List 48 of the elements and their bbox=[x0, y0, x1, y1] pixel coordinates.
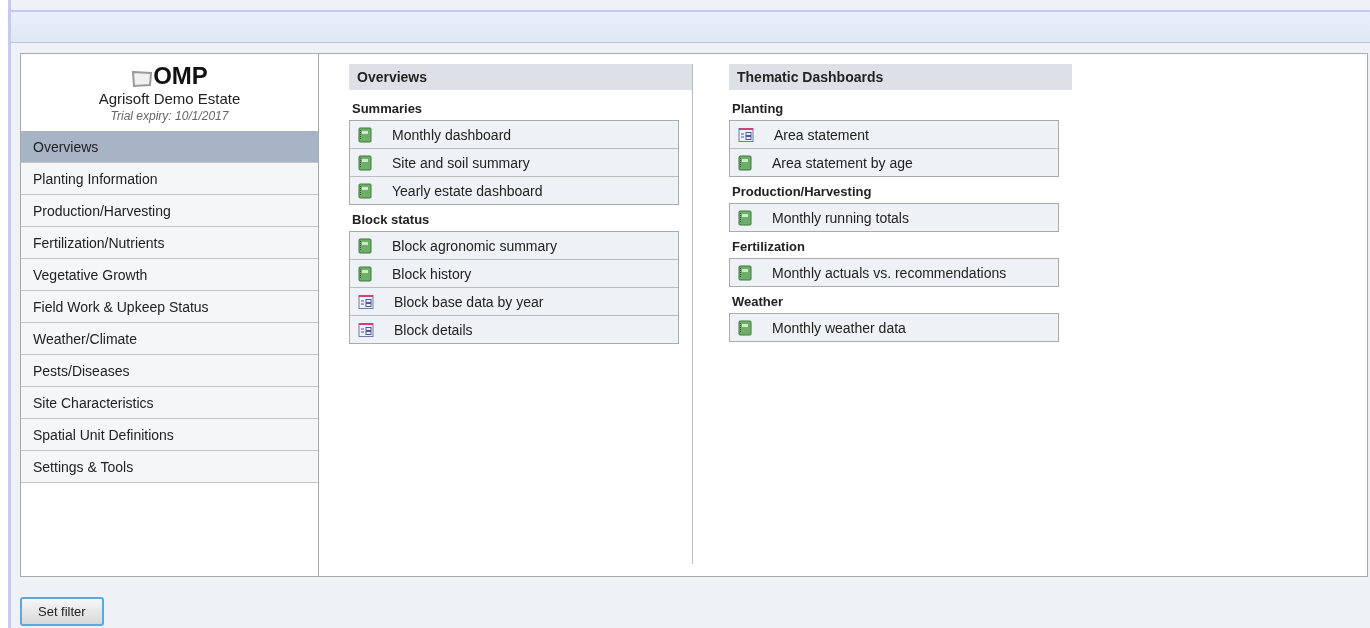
report-link[interactable]: Yearly estate dashboard bbox=[350, 177, 678, 204]
notebook-icon bbox=[358, 237, 372, 254]
report-link[interactable]: Block base data by year bbox=[350, 288, 678, 316]
logo-text: OMP bbox=[153, 64, 208, 88]
report-link[interactable]: Monthly dashboard bbox=[350, 121, 678, 149]
notebook-icon bbox=[358, 154, 372, 171]
group-title: Fertilization bbox=[731, 238, 806, 256]
report-link[interactable]: Site and soil summary bbox=[350, 149, 678, 177]
trial-expiry: Trial expiry: 10/1/2017 bbox=[110, 109, 229, 123]
form-icon bbox=[738, 126, 754, 143]
group-title: Summaries bbox=[351, 100, 424, 118]
estate-name: Agrisoft Demo Estate bbox=[98, 90, 241, 107]
group-title: Planting bbox=[731, 100, 785, 118]
group-title: Production/Harvesting bbox=[731, 183, 873, 201]
sidebar-item[interactable]: Fertilization/Nutrients bbox=[21, 227, 318, 259]
form-icon bbox=[358, 321, 374, 338]
logo-icon bbox=[131, 70, 154, 88]
sidebar-item[interactable]: Spatial Unit Definitions bbox=[21, 419, 318, 451]
report-link[interactable]: Monthly weather data bbox=[730, 314, 1058, 341]
section-header: Overviews bbox=[349, 64, 692, 90]
group-title: Block status bbox=[351, 211, 431, 229]
sidebar-item[interactable]: Field Work & Upkeep Status bbox=[21, 291, 318, 323]
sidebar-item[interactable]: Production/Harvesting bbox=[21, 195, 318, 227]
report-link[interactable]: Block history bbox=[350, 260, 678, 288]
report-link[interactable]: Area statement bbox=[730, 121, 1058, 149]
sidebar-item[interactable]: Vegetative Growth bbox=[21, 259, 318, 291]
sidebar-item[interactable]: Overviews bbox=[21, 131, 318, 163]
report-link[interactable]: Block details bbox=[350, 316, 678, 343]
notebook-icon bbox=[358, 265, 372, 282]
sidebar-item[interactable]: Pests/Diseases bbox=[21, 355, 318, 387]
sidebar-item[interactable]: Planting Information bbox=[21, 163, 318, 195]
form-icon bbox=[358, 293, 374, 310]
notebook-icon bbox=[358, 126, 372, 143]
report-link[interactable]: Monthly actuals vs. recommendations bbox=[730, 259, 1058, 286]
section-header: Thematic Dashboards bbox=[729, 64, 1072, 90]
notebook-icon bbox=[738, 319, 752, 336]
sidebar-item[interactable]: Weather/Climate bbox=[21, 323, 318, 355]
notebook-icon bbox=[738, 209, 752, 226]
notebook-icon bbox=[738, 154, 752, 171]
set-filter-button[interactable]: Set filter bbox=[20, 597, 104, 626]
sidebar-item[interactable]: Site Characteristics bbox=[21, 387, 318, 419]
report-link[interactable]: Area statement by age bbox=[730, 149, 1058, 176]
sidebar-item[interactable]: Settings & Tools bbox=[21, 451, 318, 483]
notebook-icon bbox=[358, 182, 372, 199]
report-link[interactable]: Block agronomic summary bbox=[350, 232, 678, 260]
report-link[interactable]: Monthly running totals bbox=[730, 204, 1058, 231]
notebook-icon bbox=[738, 264, 752, 281]
group-title: Weather bbox=[731, 293, 785, 311]
